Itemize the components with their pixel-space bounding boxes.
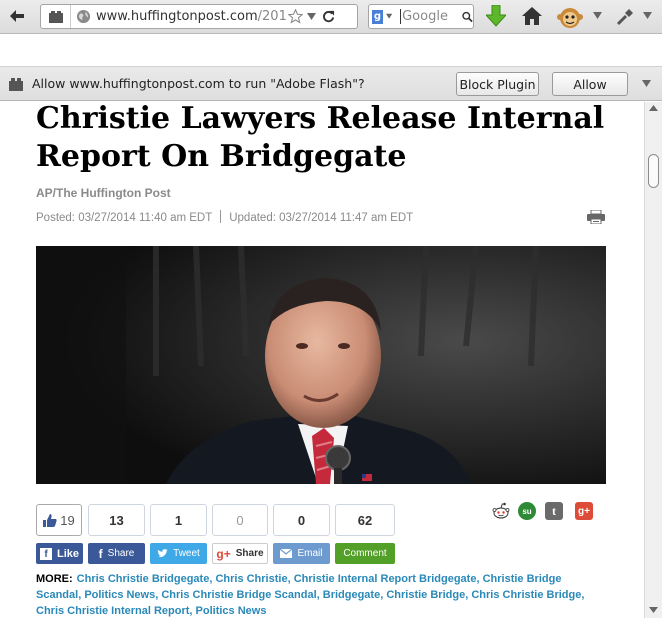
tab-groups-icon[interactable] [41, 5, 71, 28]
tweet-label: Tweet [173, 548, 200, 559]
back-arrow-icon[interactable] [6, 6, 28, 26]
download-icon[interactable] [484, 4, 508, 28]
stumbleupon-icon[interactable]: su [518, 502, 536, 520]
google-plus-icon[interactable]: g+ [575, 502, 593, 520]
plugin-notification-message: Allow www.huffingtonpost.com to run "Ado… [32, 76, 365, 91]
url-bar[interactable]: www.huffingtonpost.com/2014/ [40, 4, 358, 29]
tumblr-icon[interactable]: t [545, 502, 563, 520]
globe-icon[interactable] [74, 5, 92, 28]
facebook-share-label: Share [107, 548, 135, 559]
developer-tools-icon[interactable] [614, 6, 636, 28]
facebook-share-button[interactable]: f Share [88, 543, 145, 564]
gplus-share-count: 0 [212, 504, 268, 536]
thumbs-up-icon [43, 513, 57, 527]
google-engine-icon[interactable]: g [372, 9, 383, 24]
topic-link[interactable]: Chris Christie Internal Report [36, 605, 189, 617]
article-headline: Christie Lawyers Release Internal Report… [36, 101, 605, 174]
article-byline[interactable]: AP/The Huffington Post [36, 186, 171, 200]
reload-icon[interactable] [318, 5, 338, 28]
search-icon[interactable] [462, 10, 473, 24]
dropdown-arrow-icon[interactable] [304, 5, 318, 28]
topic-link[interactable]: Bridgegate [323, 589, 380, 601]
like-label: Like [56, 547, 79, 560]
menu-dropdown-icon[interactable] [641, 10, 653, 22]
google-plus-glyph: g+ [578, 505, 590, 517]
home-icon[interactable] [520, 5, 544, 27]
article-photo [36, 246, 606, 484]
posted-date: Posted: 03/27/2014 11:40 am EDT [36, 212, 213, 224]
scroll-down-arrow-icon[interactable] [649, 607, 658, 613]
search-bar[interactable]: g [368, 4, 474, 29]
scroll-up-arrow-icon[interactable] [649, 105, 658, 111]
topic-link[interactable]: Christie Bridge [386, 589, 465, 601]
facebook-icon: f [98, 546, 103, 561]
print-icon[interactable] [587, 209, 605, 228]
topic-link[interactable]: Christie Internal Report Bridgegate [294, 573, 477, 585]
plugin-icon [8, 77, 24, 91]
email-count: 0 [273, 504, 330, 536]
reddit-icon[interactable] [492, 502, 510, 520]
updated-date: Updated: 03/27/2014 11:47 am EDT [229, 212, 414, 224]
allow-plugin-button[interactable]: Allow [552, 72, 628, 96]
topic-link[interactable]: Chris Christie Bridgegate [77, 573, 210, 585]
page-scrollbar[interactable] [644, 102, 662, 618]
facebook-icon: f [39, 547, 52, 560]
scrollbar-thumb[interactable] [648, 154, 659, 188]
more-label: MORE: [36, 573, 73, 585]
browser-toolbar: www.huffingtonpost.com/2014/ g [0, 0, 662, 34]
topic-link[interactable]: Politics News [196, 605, 267, 617]
topic-link[interactable]: Politics News [84, 589, 155, 601]
email-label: Email [297, 548, 323, 559]
topic-link[interactable]: Chris Christie Bridge Scandal [161, 589, 316, 601]
block-plugin-button[interactable]: Block Plugin [456, 72, 539, 96]
bookmark-star-icon[interactable] [286, 5, 304, 28]
close-notification-icon[interactable] [640, 78, 652, 90]
facebook-like-button[interactable]: f Like [36, 543, 83, 564]
date-divider [220, 210, 222, 223]
gplus-icon: g+ [216, 546, 231, 561]
comment-button[interactable]: Comment [335, 543, 395, 564]
gplus-share-label: Share [235, 548, 264, 559]
more-topics: MORE: Chris Christie Bridgegate, Chris Ch… [36, 573, 585, 617]
tumblr-glyph: t [552, 503, 556, 518]
twitter-bird-icon [157, 549, 169, 558]
stumbleupon-glyph: su [522, 506, 532, 516]
url-domain: www.huffingtonpost.com [96, 9, 258, 24]
like-count-box[interactable]: 19 [36, 504, 82, 536]
topic-link[interactable]: Chris Christie Bridge [471, 589, 581, 601]
tweet-button[interactable]: Tweet [150, 543, 207, 564]
search-input[interactable] [400, 9, 461, 24]
like-count: 19 [60, 512, 75, 528]
topic-link[interactable]: Chris Christie [215, 573, 287, 585]
plugin-notification-bar: Allow www.huffingtonpost.com to run "Ado… [0, 66, 662, 101]
url-text[interactable]: www.huffingtonpost.com/2014/ [96, 9, 286, 24]
email-button[interactable]: Email [273, 543, 330, 564]
engine-dropdown-icon[interactable] [385, 13, 393, 20]
envelope-icon [280, 549, 293, 558]
url-path: /2014/ [257, 9, 286, 24]
addon-dropdown-icon[interactable] [591, 10, 603, 22]
greasemonkey-icon[interactable] [556, 3, 584, 31]
tweet-count: 1 [150, 504, 207, 536]
article-dates: Posted: 03/27/2014 11:40 am EDT Updated: … [36, 210, 413, 224]
comment-count: 62 [335, 504, 395, 536]
facebook-share-count: 13 [88, 504, 145, 536]
comment-label: Comment [343, 548, 387, 559]
gplus-share-button[interactable]: g+ Share [212, 543, 268, 564]
